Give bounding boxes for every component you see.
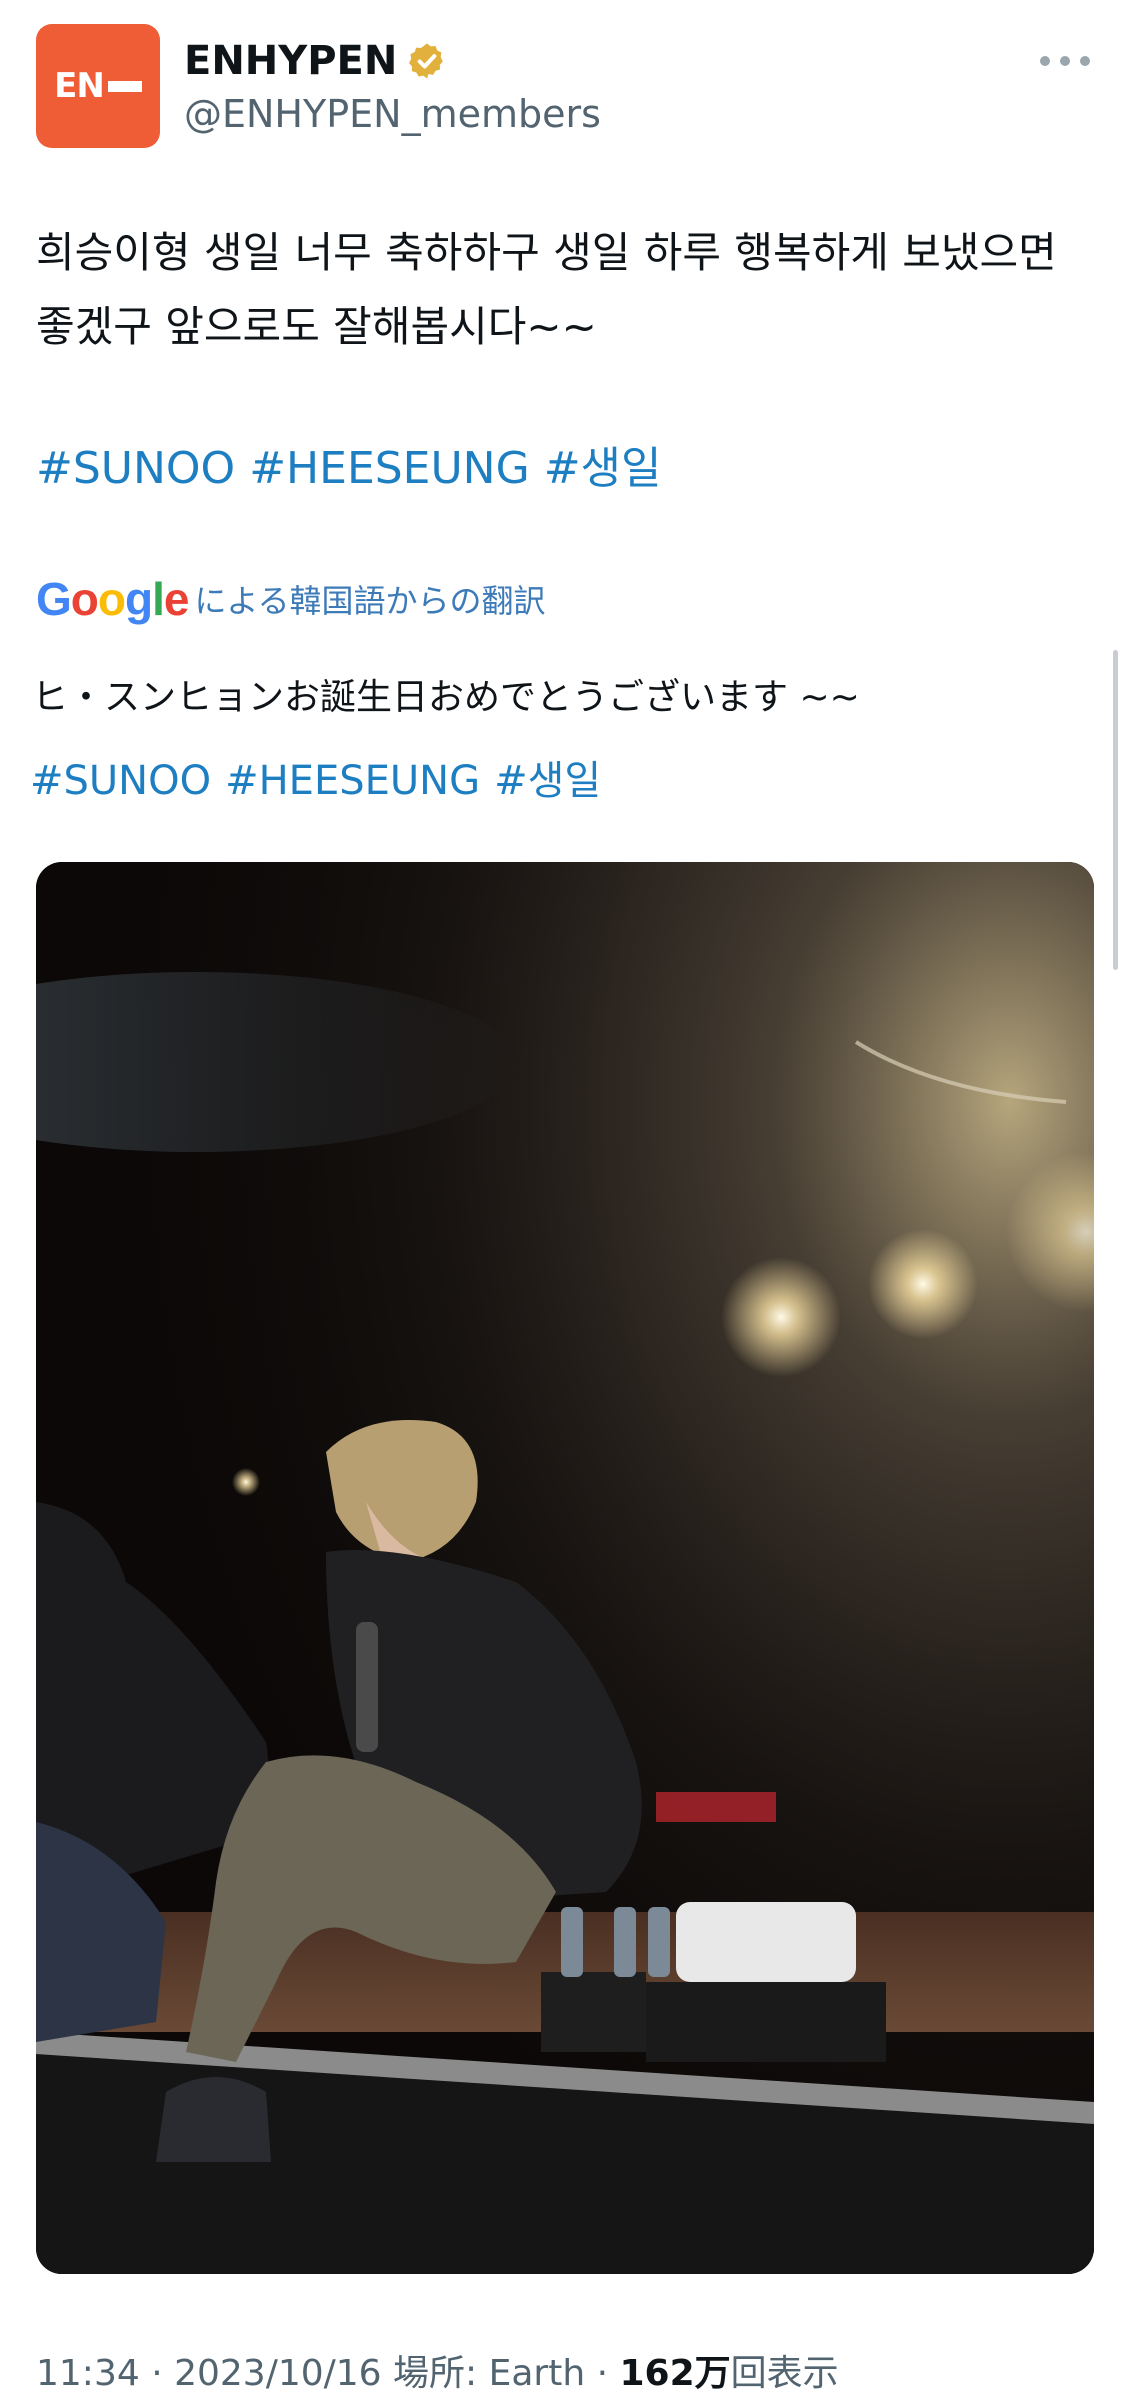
enhypen-logo-icon: EN — [54, 66, 142, 106]
views-label: 回表示 — [730, 2353, 839, 2390]
tweet-detail-page: EN ENHYPEN @ENHYPEN_members 희승이형 생일 너무 축… — [0, 0, 1125, 2390]
avatar[interactable]: EN — [36, 24, 160, 148]
tweet-time[interactable]: 11:34 — [36, 2353, 140, 2390]
tweet-location: 場所: Earth — [381, 2353, 586, 2390]
tweet-hashtags: #SUNOO #HEESEUNG #생일 — [36, 432, 676, 496]
meta-separator: · — [585, 2353, 620, 2390]
hashtag-link[interactable]: #HEESEUNG — [225, 758, 480, 804]
hashtag-link[interactable]: #생일 — [544, 443, 662, 494]
avatar-logo-text: EN — [54, 66, 105, 106]
translated-hashtags: #SUNOO #HEESEUNG #생일 — [30, 748, 615, 806]
display-name[interactable]: ENHYPEN — [184, 38, 447, 84]
views-count: 162万 — [619, 2353, 731, 2390]
more-options-icon[interactable] — [1040, 46, 1090, 76]
hashtag-link[interactable]: #SUNOO — [36, 443, 235, 494]
account-handle[interactable]: @ENHYPEN_members — [184, 92, 601, 136]
concert-photo-image — [36, 862, 1094, 2274]
translation-credit[interactable]: Google による韓国語からの翻訳 — [36, 572, 546, 626]
translated-text: ヒ・スンヒョンお誕生日おめでとうございます ~~ — [32, 677, 860, 718]
google-logo-icon: Google — [36, 573, 189, 625]
tweet-text: 희승이형 생일 너무 축하하구 생일 하루 행복하게 보냈으면 좋겠구 앞으로도… — [36, 228, 1057, 351]
hashtag-link[interactable]: #SUNOO — [30, 758, 211, 804]
tweet-meta: 11:34 · 2023/10/16 場所: Earth · 162万回表示 — [36, 2344, 839, 2390]
verified-badge-icon — [409, 43, 444, 79]
meta-separator: · — [139, 2353, 175, 2390]
tweet-date[interactable]: 2023/10/16 — [174, 2353, 382, 2390]
display-name-text: ENHYPEN — [184, 38, 398, 84]
hashtag-link[interactable]: #HEESEUNG — [249, 443, 530, 494]
translation-label: による韓国語からの翻訳 — [194, 582, 546, 620]
hashtag-link[interactable]: #생일 — [494, 758, 601, 804]
scrollbar[interactable] — [1113, 650, 1118, 970]
tweet-photo[interactable] — [36, 862, 1094, 2274]
